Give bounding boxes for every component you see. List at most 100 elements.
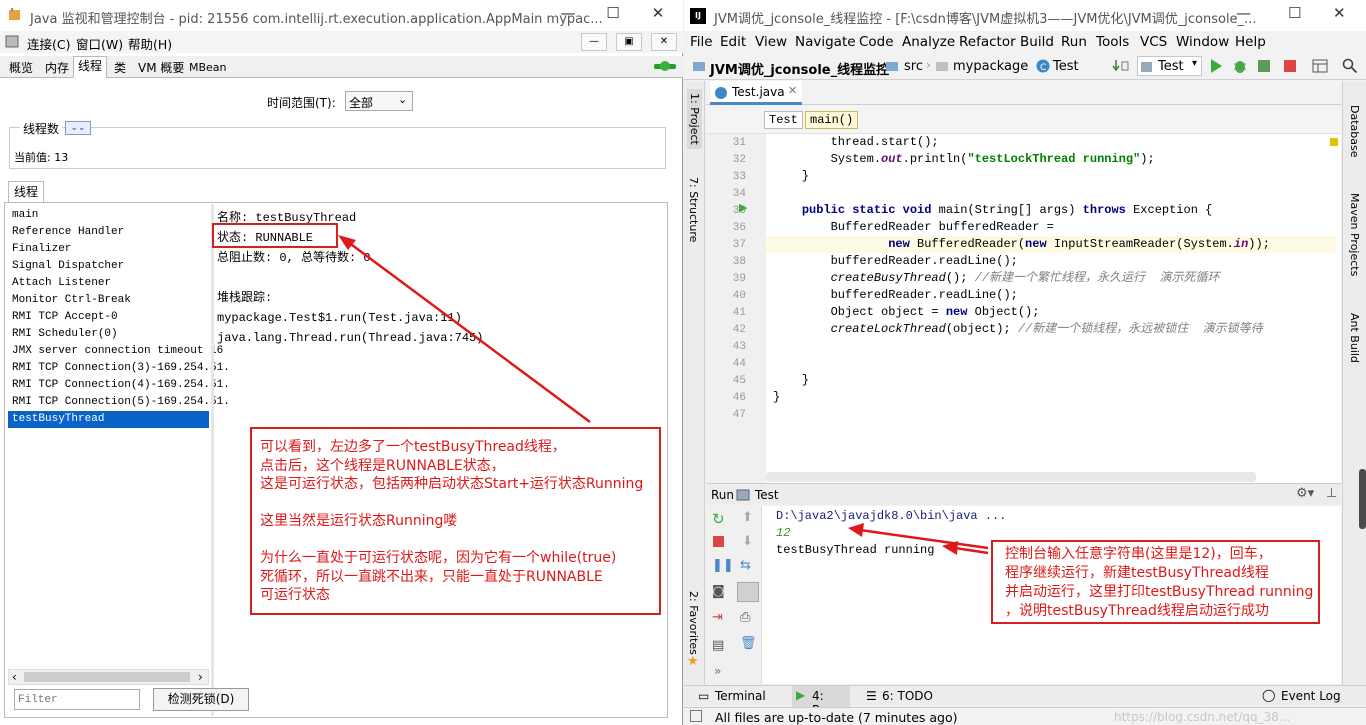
detect-deadlock-button[interactable]: 检测死锁(D) <box>153 688 249 711</box>
rerun-icon[interactable]: ↻ <box>712 510 725 528</box>
ide-menu-edit[interactable]: Edit <box>720 34 746 50</box>
wrap-icon[interactable]: ⇆ <box>740 558 751 573</box>
ide-menu-tools[interactable]: Tools <box>1096 34 1129 50</box>
thread-list-item[interactable]: Attach Listener <box>8 275 209 292</box>
run-tab[interactable]: Test <box>755 488 779 502</box>
thread-list-item[interactable]: Monitor Ctrl-Break <box>8 292 209 309</box>
tab-event-log[interactable]: Event Log <box>1281 689 1341 703</box>
tab-threads[interactable]: 线程 <box>73 56 108 78</box>
gear-icon[interactable]: ⚙▾ <box>1296 486 1314 501</box>
breadcrumb-class[interactable]: Test <box>1053 59 1079 74</box>
tool-database[interactable]: Database <box>1348 105 1361 158</box>
tab-vm-summary[interactable]: VM 概要 <box>133 58 189 78</box>
run-config-select[interactable]: Test ▾ <box>1137 56 1202 76</box>
ide-close-button[interactable]: ✕ <box>1333 4 1346 22</box>
thread-list-item[interactable]: main <box>8 207 209 224</box>
scroll-end-icon[interactable] <box>737 582 759 602</box>
breadcrumb-src[interactable]: src <box>904 59 923 74</box>
close-icon[interactable]: ✕ <box>788 84 797 97</box>
editor-h-scrollbar[interactable] <box>766 472 1256 482</box>
tool-structure[interactable]: 7: Structure <box>687 177 700 242</box>
exit-icon[interactable]: ⇥ <box>712 610 723 625</box>
thread-list-item[interactable]: Signal Dispatcher <box>8 258 209 275</box>
tab-mbean[interactable]: MBean <box>184 58 232 78</box>
thread-list-item[interactable]: RMI Scheduler(0) <box>8 326 209 343</box>
hide-icon[interactable]: ⊥ <box>1326 486 1337 501</box>
tab-terminal[interactable]: Terminal <box>715 689 766 703</box>
up-icon[interactable]: ⬆ <box>742 510 753 525</box>
thread-list-item[interactable]: RMI TCP Connection(3)-169.254.51. <box>8 360 230 377</box>
code-editor[interactable]: Test main() 31 32 33 34 35 36 37 38 39 40 41 42 43 44… <box>706 106 1341 486</box>
search-icon[interactable] <box>1342 58 1358 74</box>
layout-icon[interactable]: ▤ <box>712 638 724 653</box>
ide-menu-vcs[interactable]: VCS <box>1140 34 1167 50</box>
right-tool-strip: Database Maven Projects Ant Build <box>1342 81 1366 687</box>
crumb-class[interactable]: Test <box>764 111 803 129</box>
thread-list-item[interactable]: Finalizer <box>8 241 209 258</box>
breadcrumb-project[interactable]: JVM调优_jconsole_线程监控 <box>710 59 889 78</box>
mdi-restore-button[interactable]: ▣ <box>616 33 642 51</box>
horizontal-scrollbar[interactable]: ‹ › <box>8 669 209 685</box>
minimize-button[interactable]: — <box>553 4 583 22</box>
tab-overview[interactable]: 概览 <box>4 58 38 78</box>
time-range-select[interactable]: 全部 ⌄ <box>345 91 413 111</box>
coverage-icon[interactable] <box>1256 58 1272 74</box>
tool-project[interactable]: 1: Project <box>687 89 702 149</box>
breadcrumb-package[interactable]: mypackage <box>953 59 1028 74</box>
menu-help[interactable]: 帮助(H) <box>128 34 172 53</box>
threads-subtab[interactable]: 线程 <box>8 181 44 202</box>
thread-list-item[interactable]: Reference Handler <box>8 224 209 241</box>
mdi-close-button[interactable]: ✕ <box>651 33 677 51</box>
menu-connect[interactable]: 连接(C) <box>27 34 70 53</box>
trash-icon[interactable]: 🗑 <box>740 636 757 651</box>
ide-menu-window[interactable]: Window <box>1176 34 1229 50</box>
crumb-method[interactable]: main() <box>805 111 859 129</box>
ide-maximize-button[interactable]: ☐ <box>1288 4 1301 22</box>
ide-menu-view[interactable]: View <box>755 34 787 50</box>
run-icon[interactable] <box>1208 58 1224 74</box>
stop-icon[interactable] <box>1282 58 1298 74</box>
project-structure-icon[interactable] <box>1312 58 1328 74</box>
run-gutter-icon[interactable]: ▶ <box>739 201 747 214</box>
tool-favorites[interactable]: 2: Favorites <box>687 591 700 655</box>
split-divider[interactable] <box>211 204 214 716</box>
thread-list-item[interactable]: RMI TCP Connection(4)-169.254.51. <box>8 377 230 394</box>
ide-menu-refactor[interactable]: Refactor <box>959 34 1016 50</box>
ide-menu-file[interactable]: File <box>690 34 713 50</box>
debug-icon[interactable] <box>1232 58 1248 74</box>
app-menu-icon[interactable] <box>5 34 20 49</box>
camera-icon[interactable]: ◙ <box>712 584 725 599</box>
collapse-icon[interactable]: ⌄⌄ <box>65 121 91 135</box>
ide-menu-code[interactable]: Code <box>859 34 894 50</box>
thread-list-item[interactable]: testBusyThread <box>8 411 209 428</box>
down-icon[interactable]: ⬇ <box>742 534 753 549</box>
stop-icon[interactable] <box>713 536 724 547</box>
thread-list-item[interactable]: JMX server connection timeout 16 <box>8 343 223 360</box>
menu-window[interactable]: 窗口(W) <box>76 34 123 53</box>
vertical-scrollbar[interactable] <box>1359 469 1366 529</box>
ide-menu-build[interactable]: Build <box>1020 34 1054 50</box>
ide-menu-navigate[interactable]: Navigate <box>795 34 856 50</box>
build-arrow-icon[interactable] <box>1112 58 1130 74</box>
ide-menu-run[interactable]: Run <box>1061 34 1087 50</box>
ide-menu-help[interactable]: Help <box>1235 34 1266 50</box>
tab-todo[interactable]: 6: TODO <box>882 689 933 703</box>
thread-list-item[interactable]: RMI TCP Connection(5)-169.254.51. <box>8 394 230 411</box>
mdi-minimize-button[interactable]: — <box>581 33 607 51</box>
pause-icon[interactable]: ❚❚ <box>712 558 734 573</box>
maximize-button[interactable]: ☐ <box>598 4 628 22</box>
filter-input[interactable] <box>14 689 140 710</box>
editor-tab-test[interactable]: Test.java ✕ <box>710 81 802 105</box>
thread-list-item[interactable]: RMI TCP Accept-0 <box>8 309 209 326</box>
tool-maven[interactable]: Maven Projects <box>1348 193 1361 276</box>
ide-minimize-button[interactable]: — <box>1236 4 1251 22</box>
close-button[interactable]: ✕ <box>643 4 673 22</box>
more-icon[interactable]: » <box>714 664 721 678</box>
tab-classes[interactable]: 类 <box>109 58 131 78</box>
print-icon[interactable]: ⎙ <box>740 610 750 625</box>
tool-window-toggle-icon[interactable] <box>690 710 702 722</box>
tool-ant[interactable]: Ant Build <box>1348 313 1361 363</box>
tab-memory[interactable]: 内存 <box>40 58 74 78</box>
ide-menu-analyze[interactable]: Analyze <box>902 34 955 50</box>
tab-run[interactable]: ▶ 4: Run <box>792 686 850 717</box>
